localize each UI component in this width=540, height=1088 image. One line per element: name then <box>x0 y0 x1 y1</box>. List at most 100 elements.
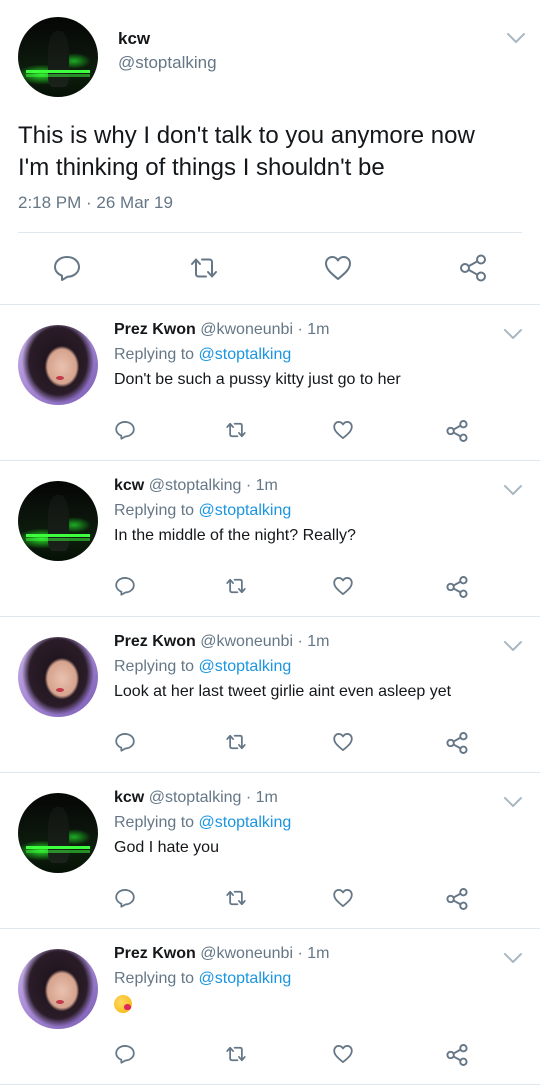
reply-author-name[interactable]: Prez Kwon <box>114 945 196 962</box>
reply-header: Prez Kwon @kwoneunbi · 1m <box>114 321 329 339</box>
reply-header: Prez Kwon @kwoneunbi · 1m <box>114 633 329 651</box>
like-button[interactable] <box>332 575 354 597</box>
retweet-button[interactable] <box>224 887 248 909</box>
reply-text: Don't be such a pussy kitty just go to h… <box>114 371 401 388</box>
retweet-icon <box>226 422 246 438</box>
share-button[interactable] <box>445 1043 469 1067</box>
reply-icon <box>115 421 135 440</box>
retweet-icon <box>226 578 246 594</box>
reply-tweet[interactable]: Prez Kwon @kwoneunbi · 1m Replying to @s… <box>0 305 540 461</box>
share-icon <box>460 254 486 282</box>
divider <box>18 232 522 233</box>
reply-text: God I hate you <box>114 839 219 856</box>
reply-text: Look at her last tweet girlie aint even … <box>114 683 452 700</box>
kcw-avatar[interactable] <box>18 793 98 873</box>
like-icon <box>333 577 353 595</box>
like-button[interactable] <box>323 253 353 283</box>
chevron-down-icon[interactable] <box>503 483 523 497</box>
tweet-text-line: I'm thinking of things I shouldn't be <box>18 154 385 181</box>
replying-to-link[interactable]: @stoptalking <box>199 814 292 831</box>
retweet-icon <box>226 890 246 906</box>
replying-to-link[interactable]: @stoptalking <box>199 658 292 675</box>
replying-to-prefix: Replying to <box>114 658 195 675</box>
share-button[interactable] <box>445 887 469 911</box>
replying-to: Replying to @stoptalking <box>114 502 291 520</box>
reply-tweet[interactable]: kcw @stoptalking · 1m Replying to @stopt… <box>0 461 540 617</box>
reply-author-meta: @kwoneunbi · 1m <box>200 945 330 962</box>
replying-to: Replying to @stoptalking <box>114 658 291 676</box>
retweet-button[interactable] <box>224 575 248 597</box>
reply-author-meta: @kwoneunbi · 1m <box>200 321 330 338</box>
share-button[interactable] <box>445 575 469 599</box>
chevron-down-icon[interactable] <box>503 951 523 965</box>
author-handle[interactable]: @stoptalking <box>118 53 217 73</box>
reply-author-name[interactable]: Prez Kwon <box>114 633 196 650</box>
reply-text <box>114 995 132 1013</box>
tweet-timestamp[interactable]: 2:18 PM · 26 Mar 19 <box>18 193 173 213</box>
retweet-button[interactable] <box>188 253 220 283</box>
retweet-button[interactable] <box>224 731 248 753</box>
share-icon <box>446 1044 468 1066</box>
like-icon <box>333 733 353 751</box>
chevron-down-icon[interactable] <box>503 795 523 809</box>
like-button[interactable] <box>332 887 354 909</box>
reply-button[interactable] <box>114 731 136 753</box>
share-button[interactable] <box>445 419 469 443</box>
retweet-icon <box>226 1046 246 1062</box>
share-button[interactable] <box>458 253 488 283</box>
chevron-down-icon[interactable] <box>503 639 523 653</box>
reply-button[interactable] <box>114 887 136 909</box>
reply-author-meta: @stoptalking · 1m <box>148 477 278 494</box>
kcw-avatar[interactable] <box>18 481 98 561</box>
prez-avatar[interactable] <box>18 637 98 717</box>
like-button[interactable] <box>332 731 354 753</box>
divider <box>0 1084 540 1085</box>
reply-button[interactable] <box>114 419 136 441</box>
like-button[interactable] <box>332 1043 354 1065</box>
reply-author-name[interactable]: kcw <box>114 477 144 494</box>
kcw-avatar[interactable] <box>18 17 98 97</box>
author-name[interactable]: kcw <box>118 29 150 49</box>
like-icon <box>333 1045 353 1063</box>
reply-button[interactable] <box>52 253 82 283</box>
retweet-icon <box>191 258 217 278</box>
reply-button[interactable] <box>114 575 136 597</box>
reply-author-name[interactable]: Prez Kwon <box>114 321 196 338</box>
chevron-down-icon[interactable] <box>503 327 523 341</box>
chevron-down-icon[interactable] <box>506 31 526 45</box>
tweet-text-line: This is why I don't talk to you anymore … <box>18 122 475 149</box>
reply-tweet[interactable]: Prez Kwon @kwoneunbi · 1m Replying to @s… <box>0 929 540 1085</box>
retweet-icon <box>226 734 246 750</box>
like-button[interactable] <box>332 419 354 441</box>
replying-to-link[interactable]: @stoptalking <box>199 970 292 987</box>
reply-icon <box>54 256 80 281</box>
replying-to-link[interactable]: @stoptalking <box>199 502 292 519</box>
reply-text: In the middle of the night? Really? <box>114 527 356 544</box>
prez-avatar[interactable] <box>18 325 98 405</box>
prez-avatar[interactable] <box>18 949 98 1029</box>
like-icon <box>333 421 353 439</box>
replying-to-prefix: Replying to <box>114 814 195 831</box>
reply-button[interactable] <box>114 1043 136 1065</box>
replying-to-prefix: Replying to <box>114 502 195 519</box>
like-icon <box>325 256 351 280</box>
reply-tweet[interactable]: Prez Kwon @kwoneunbi · 1m Replying to @s… <box>0 617 540 773</box>
reply-author-meta: @kwoneunbi · 1m <box>200 633 330 650</box>
reply-author-meta: @stoptalking · 1m <box>148 789 278 806</box>
reply-icon <box>115 577 135 596</box>
share-icon <box>446 732 468 754</box>
reply-author-name[interactable]: kcw <box>114 789 144 806</box>
reply-icon <box>115 1045 135 1064</box>
share-button[interactable] <box>445 731 469 755</box>
retweet-button[interactable] <box>224 1043 248 1065</box>
reply-header: Prez Kwon @kwoneunbi · 1m <box>114 945 329 963</box>
reply-tweet[interactable]: kcw @stoptalking · 1m Replying to @stopt… <box>0 773 540 929</box>
tweet-text: This is why I don't talk to you anymore … <box>18 120 528 184</box>
reply-icon <box>115 889 135 908</box>
retweet-button[interactable] <box>224 419 248 441</box>
reply-header: kcw @stoptalking · 1m <box>114 789 278 807</box>
replying-to-link[interactable]: @stoptalking <box>199 346 292 363</box>
share-icon <box>446 576 468 598</box>
replying-to: Replying to @stoptalking <box>114 970 291 988</box>
replying-to: Replying to @stoptalking <box>114 814 291 832</box>
